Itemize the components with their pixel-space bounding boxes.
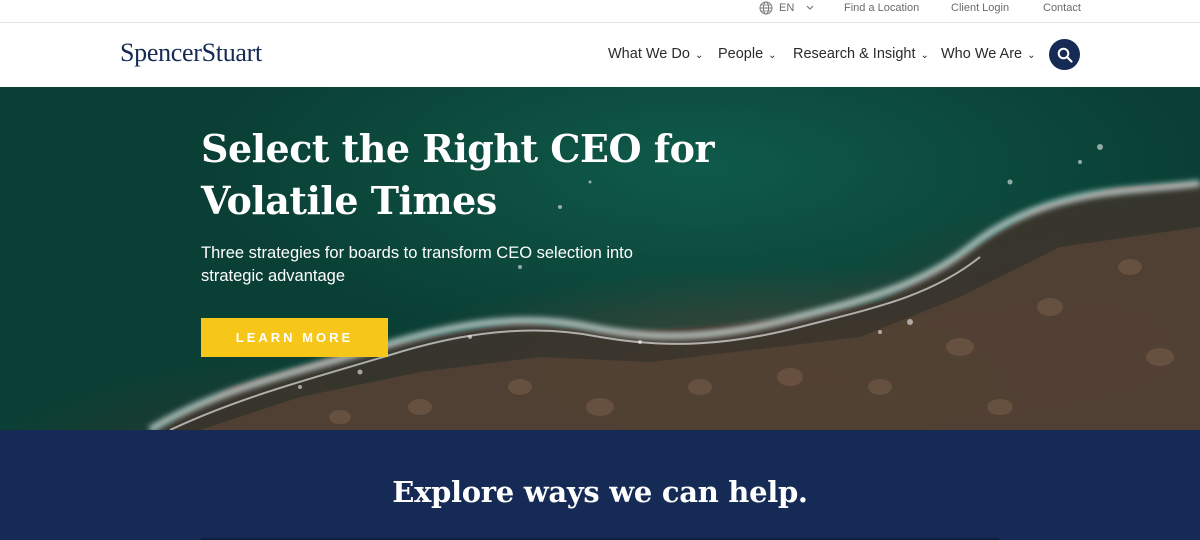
search-icon	[1057, 47, 1073, 63]
nav-item-label: What We Do	[608, 46, 690, 62]
main-navigation: SpencerStuart What We Do ⌄ People ⌄ Rese…	[0, 23, 1200, 87]
logo[interactable]: SpencerStuart	[120, 38, 262, 68]
utility-bar: EN Find a Location Client Login Contact	[0, 0, 1200, 23]
nav-item-label: Research & Insight	[793, 46, 916, 62]
nav-item-label: People	[718, 46, 764, 62]
nav-item-people[interactable]: People ⌄	[718, 46, 777, 62]
nav-item-what-we-do[interactable]: What We Do ⌄	[608, 46, 703, 62]
chevron-down-icon: ⌄	[694, 49, 704, 61]
explore-section: Explore ways we can help.	[0, 430, 1200, 540]
nav-item-who-we-are[interactable]: Who We Are ⌄	[941, 46, 1036, 62]
language-selector[interactable]: EN	[759, 0, 814, 16]
explore-title: Explore ways we can help.	[392, 475, 808, 509]
chevron-down-icon: ⌄	[1027, 49, 1036, 61]
search-button[interactable]	[1049, 39, 1080, 70]
hero-banner: Select the Right CEO for Volatile Times …	[0, 87, 1200, 430]
nav-item-label: Who We Are	[941, 46, 1023, 62]
find-location-link[interactable]: Find a Location	[844, 1, 919, 15]
globe-icon	[759, 1, 773, 15]
learn-more-button[interactable]: LEARN MORE	[201, 318, 388, 357]
hero-title: Select the Right CEO for Volatile Times	[201, 126, 715, 223]
language-label: EN	[779, 2, 795, 14]
client-login-link[interactable]: Client Login	[951, 1, 1009, 15]
chevron-down-icon: ⌄	[920, 49, 929, 61]
hero-subtitle: Three strategies for boards to transform…	[201, 244, 633, 285]
chevron-down-icon: ⌄	[768, 49, 777, 61]
contact-link[interactable]: Contact	[1043, 1, 1081, 15]
nav-item-research-insight[interactable]: Research & Insight ⌄	[793, 46, 929, 62]
chevron-down-icon	[806, 5, 814, 10]
